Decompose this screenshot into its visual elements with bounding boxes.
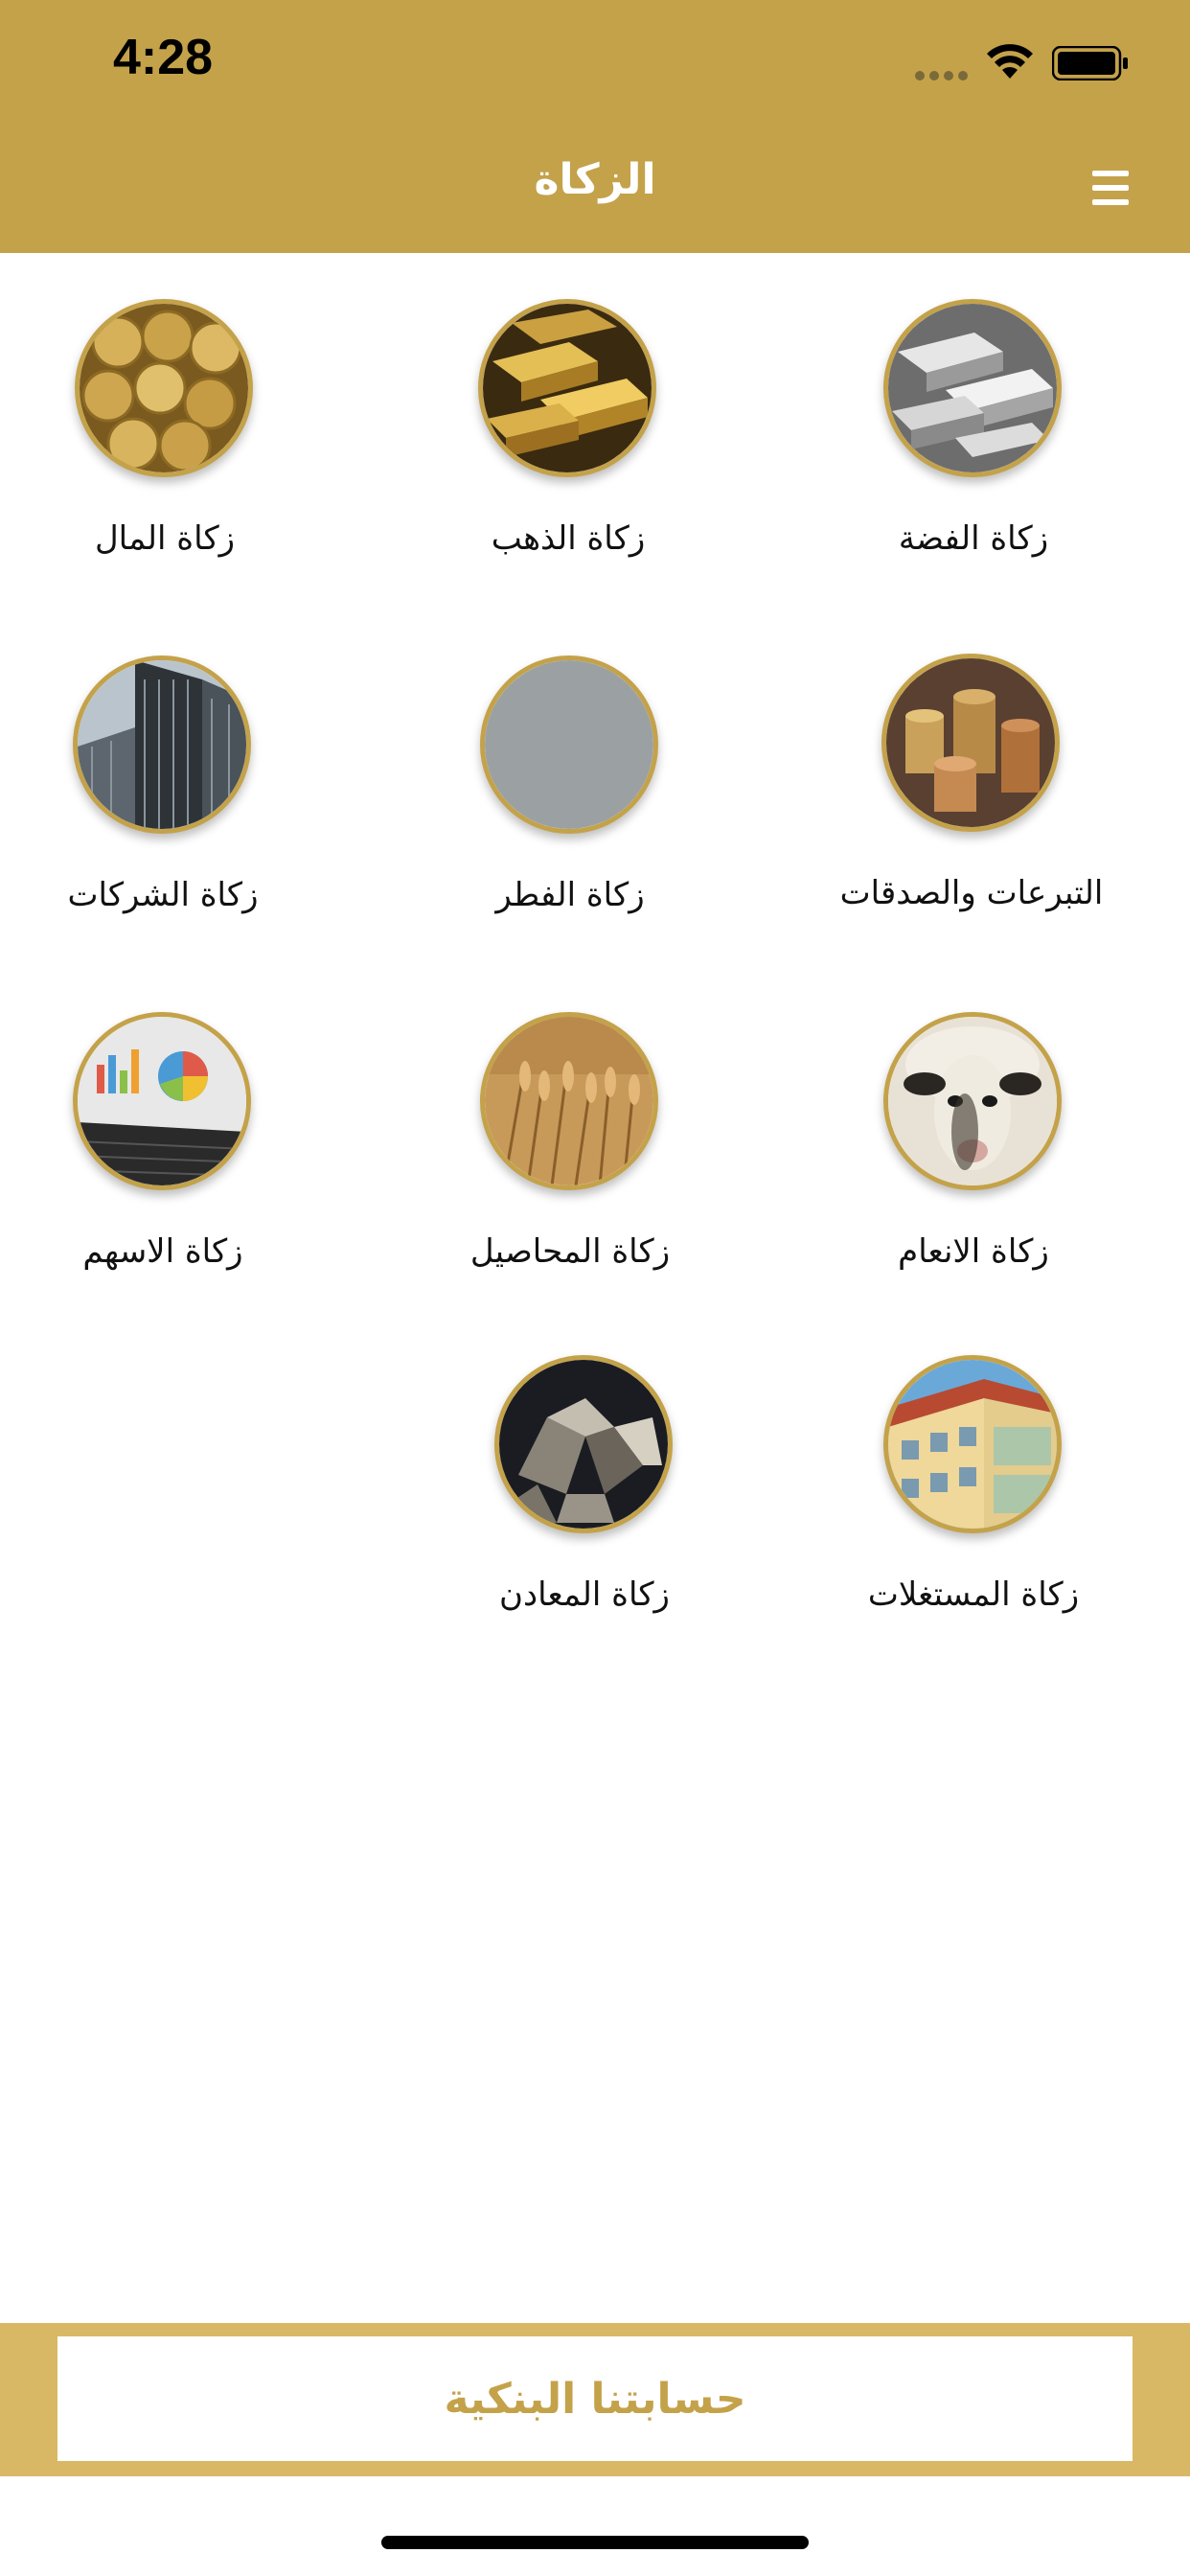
item-label: زكاة الفطر [495,876,645,914]
item-label: زكاة الانعام [898,1232,1049,1271]
item-label: زكاة المال [94,519,236,558]
apartment-icon [883,1355,1062,1533]
grid-item-money[interactable]: زكاة المال [21,299,309,606]
crescent-moon-icon [480,656,658,834]
header: 4:28 الزكاة [0,0,1190,253]
grid-item-stocks[interactable]: زكاة الاسهم [19,1012,307,1319]
grid-item-donations[interactable]: التبرعات والصدقات [828,654,1115,960]
grid-item-properties[interactable]: زكاة المستغلات [830,1355,1117,1662]
status-time: 4:28 [113,30,214,85]
item-label: زكاة الذهب [491,519,646,558]
page-title: الزكاة [534,155,656,204]
grid-item-companies[interactable]: زكاة الشركات [19,656,307,962]
item-label: زكاة المحاصيل [469,1232,671,1271]
wheat-icon [480,1012,658,1190]
grid-item-fitr[interactable]: زكاة الفطر [426,656,714,962]
grid-item-livestock[interactable]: زكاة الانعام [830,1012,1117,1319]
item-label: زكاة الاسهم [82,1232,243,1271]
sheep-icon [883,1012,1062,1190]
hamburger-icon [1092,171,1129,176]
minerals-icon [494,1355,673,1533]
battery-icon [1052,46,1128,80]
gold-bars-icon [478,299,656,477]
item-label: التبرعات والصدقات [839,874,1104,912]
item-label: زكاة الشركات [67,876,259,914]
laptop-chart-icon [73,1012,251,1190]
grid-item-minerals[interactable]: زكاة المعادن [441,1355,728,1662]
building-icon [73,656,251,834]
home-indicator [381,2536,809,2549]
grid-item-gold[interactable]: زكاة الذهب [424,299,712,606]
wifi-icon [987,44,1033,79]
silver-bars-icon [883,299,1062,477]
grid-item-silver[interactable]: زكاة الفضة [830,299,1117,606]
coin-stacks-icon [881,654,1060,832]
item-label: زكاة الفضة [898,519,1049,558]
item-label: زكاة المعادن [499,1576,670,1614]
grid-item-crops[interactable]: زكاة المحاصيل [426,1012,714,1319]
item-label: زكاة المستغلات [867,1576,1080,1614]
menu-button[interactable] [1092,171,1133,207]
cellular-signal-icon [915,71,969,84]
bank-accounts-button[interactable]: حسابتنا البنكية [57,2336,1133,2461]
coins-icon [75,299,253,477]
